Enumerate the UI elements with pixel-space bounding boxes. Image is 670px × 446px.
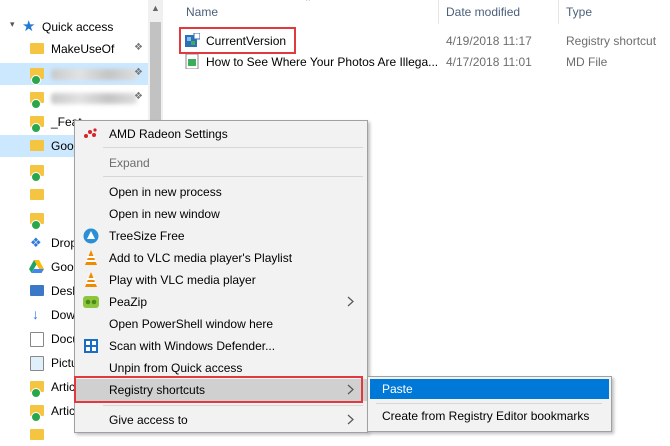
folder-icon bbox=[30, 429, 44, 440]
file-type: Registry shortcut bbox=[566, 34, 657, 48]
peazip-icon bbox=[83, 296, 99, 308]
vlc-icon bbox=[85, 250, 97, 265]
submenu-separator-line bbox=[376, 403, 602, 404]
menu-item-open-powershell[interactable]: Open PowerShell window here bbox=[75, 313, 367, 335]
menu-separator bbox=[103, 405, 363, 406]
nav-item[interactable]: ❖ bbox=[0, 87, 148, 109]
chevron-down-icon[interactable]: ▾ bbox=[10, 19, 15, 30]
submenu-item-label: Create from Registry Editor bookmarks bbox=[382, 409, 590, 423]
md-file-icon bbox=[185, 54, 199, 69]
submenu-item-label: Paste bbox=[382, 382, 413, 396]
file-date: 4/19/2018 11:17 bbox=[446, 34, 532, 48]
file-name: How to See Where Your Photos Are Illega.… bbox=[206, 55, 439, 69]
sync-check-icon bbox=[31, 172, 41, 182]
nav-item-label: Dow bbox=[51, 308, 76, 322]
sort-caret-icon: ⌃ bbox=[304, 0, 312, 7]
menu-item-label: Add to VLC media player's Playlist bbox=[109, 251, 293, 265]
download-arrow-icon: ↓ bbox=[32, 306, 39, 322]
menu-item-open-new-window[interactable]: Open in new window bbox=[75, 203, 367, 225]
redacted-label bbox=[51, 93, 137, 104]
menu-item-label: Expand bbox=[109, 156, 150, 170]
menu-item-label: Play with VLC media player bbox=[109, 273, 256, 287]
menu-item-label: Scan with Windows Defender... bbox=[109, 339, 276, 353]
nav-item[interactable]: ❖ bbox=[0, 63, 148, 85]
menu-item-expand[interactable]: Expand bbox=[75, 152, 367, 174]
registry-shortcuts-submenu: Paste Create from Registry Editor bookma… bbox=[367, 376, 612, 432]
chevron-right-icon bbox=[347, 414, 354, 425]
menu-item-vlc-add-playlist[interactable]: Add to VLC media player's Playlist bbox=[75, 247, 367, 269]
nav-item[interactable]: MakeUseOf ❖ bbox=[0, 38, 148, 60]
nav-item-label: MakeUseOf bbox=[51, 42, 115, 56]
menu-item-vlc-play[interactable]: Play with VLC media player bbox=[75, 269, 367, 291]
star-icon: ★ bbox=[22, 18, 36, 35]
highlight-box bbox=[179, 27, 296, 54]
menu-separator bbox=[103, 176, 363, 177]
menu-item-label: AMD Radeon Settings bbox=[109, 127, 228, 141]
google-drive-icon bbox=[29, 260, 44, 273]
file-row[interactable]: How to See Where Your Photos Are Illega.… bbox=[180, 52, 670, 72]
sync-check-icon bbox=[31, 99, 41, 109]
menu-item-open-new-process[interactable]: Open in new process bbox=[75, 181, 367, 203]
menu-item-amd-radeon-settings[interactable]: AMD Radeon Settings bbox=[75, 123, 367, 145]
submenu-item-paste[interactable]: Paste bbox=[370, 379, 609, 399]
chevron-right-icon bbox=[347, 296, 354, 307]
vlc-icon bbox=[85, 272, 97, 287]
column-header-type-label: Type bbox=[566, 5, 593, 19]
folder-icon bbox=[30, 43, 44, 54]
pin-icon: ❖ bbox=[134, 67, 143, 78]
sync-check-icon bbox=[31, 123, 41, 133]
highlight-box bbox=[74, 376, 363, 403]
menu-item-label: Open in new window bbox=[109, 207, 220, 221]
sync-check-icon bbox=[31, 412, 41, 422]
menu-item-scan-defender[interactable]: Scan with Windows Defender... bbox=[75, 335, 367, 357]
menu-item-label: Open PowerShell window here bbox=[109, 317, 274, 331]
file-type: MD File bbox=[566, 55, 608, 69]
sync-check-icon bbox=[31, 388, 41, 398]
nav-item-label: Artic bbox=[51, 380, 75, 394]
file-date: 4/17/2018 11:01 bbox=[446, 55, 532, 69]
column-header-date-modified[interactable]: Date modified bbox=[439, 0, 558, 24]
nav-item-label: Artic bbox=[51, 404, 75, 418]
sync-check-icon bbox=[31, 75, 41, 85]
document-icon bbox=[30, 332, 44, 347]
folder-icon bbox=[30, 140, 44, 151]
amd-radeon-icon bbox=[84, 128, 97, 138]
windows-defender-icon bbox=[84, 339, 98, 353]
menu-item-peazip[interactable]: PeaZip bbox=[75, 291, 367, 313]
menu-item-give-access[interactable]: Give access to bbox=[75, 409, 367, 431]
treesize-icon bbox=[83, 228, 99, 244]
column-header-name-label: Name bbox=[186, 5, 219, 19]
nav-quick-access[interactable]: ▾ ★ Quick access bbox=[0, 16, 148, 38]
folder-icon bbox=[30, 189, 44, 200]
submenu-item-create-from-bookmarks[interactable]: Create from Registry Editor bookmarks bbox=[370, 406, 609, 428]
column-header-type[interactable]: Type bbox=[559, 0, 670, 24]
pin-icon: ❖ bbox=[134, 91, 143, 102]
pin-icon: ❖ bbox=[134, 42, 143, 53]
desktop-icon bbox=[30, 285, 44, 296]
nav-quick-access-label: Quick access bbox=[42, 20, 114, 34]
menu-item-label: TreeSize Free bbox=[109, 229, 185, 243]
column-header-name[interactable]: Name ⌃ bbox=[180, 0, 438, 24]
pictures-icon bbox=[30, 356, 44, 371]
menu-item-label: PeaZip bbox=[109, 295, 148, 309]
menu-separator bbox=[103, 147, 363, 148]
column-header-date-label: Date modified bbox=[446, 5, 521, 19]
scroll-up-arrow-icon[interactable]: ▲ bbox=[151, 3, 160, 13]
sync-check-icon bbox=[31, 220, 41, 230]
menu-item-label: Give access to bbox=[109, 413, 188, 427]
dropbox-icon: ❖ bbox=[30, 235, 42, 250]
redacted-label bbox=[51, 69, 137, 80]
menu-item-treesize-free[interactable]: TreeSize Free bbox=[75, 225, 367, 247]
menu-item-label: Unpin from Quick access bbox=[109, 361, 243, 375]
menu-item-label: Open in new process bbox=[109, 185, 222, 199]
